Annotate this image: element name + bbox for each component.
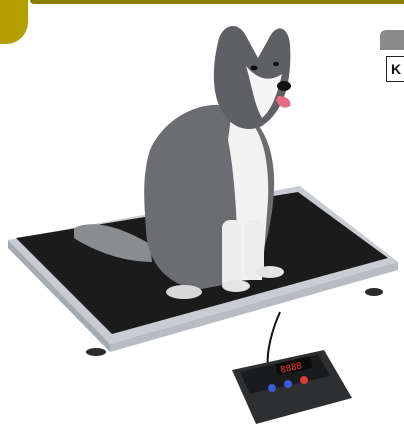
weighing-indicator: 8888 xyxy=(232,350,352,424)
product-image: 8888 xyxy=(8,25,398,424)
platform-foot xyxy=(86,348,106,356)
dog-nose xyxy=(277,81,291,91)
dog-paw xyxy=(222,280,250,292)
indicator-button xyxy=(284,380,292,388)
dog-eye xyxy=(273,61,279,67)
display-cable xyxy=(266,311,281,369)
dog-front-leg xyxy=(222,220,242,290)
dog-eye xyxy=(250,65,258,71)
platform-foot xyxy=(365,288,383,296)
indicator-button xyxy=(300,376,308,384)
indicator-button xyxy=(268,384,276,392)
dog-hind-paw xyxy=(166,285,202,299)
dog-paw xyxy=(256,266,284,278)
